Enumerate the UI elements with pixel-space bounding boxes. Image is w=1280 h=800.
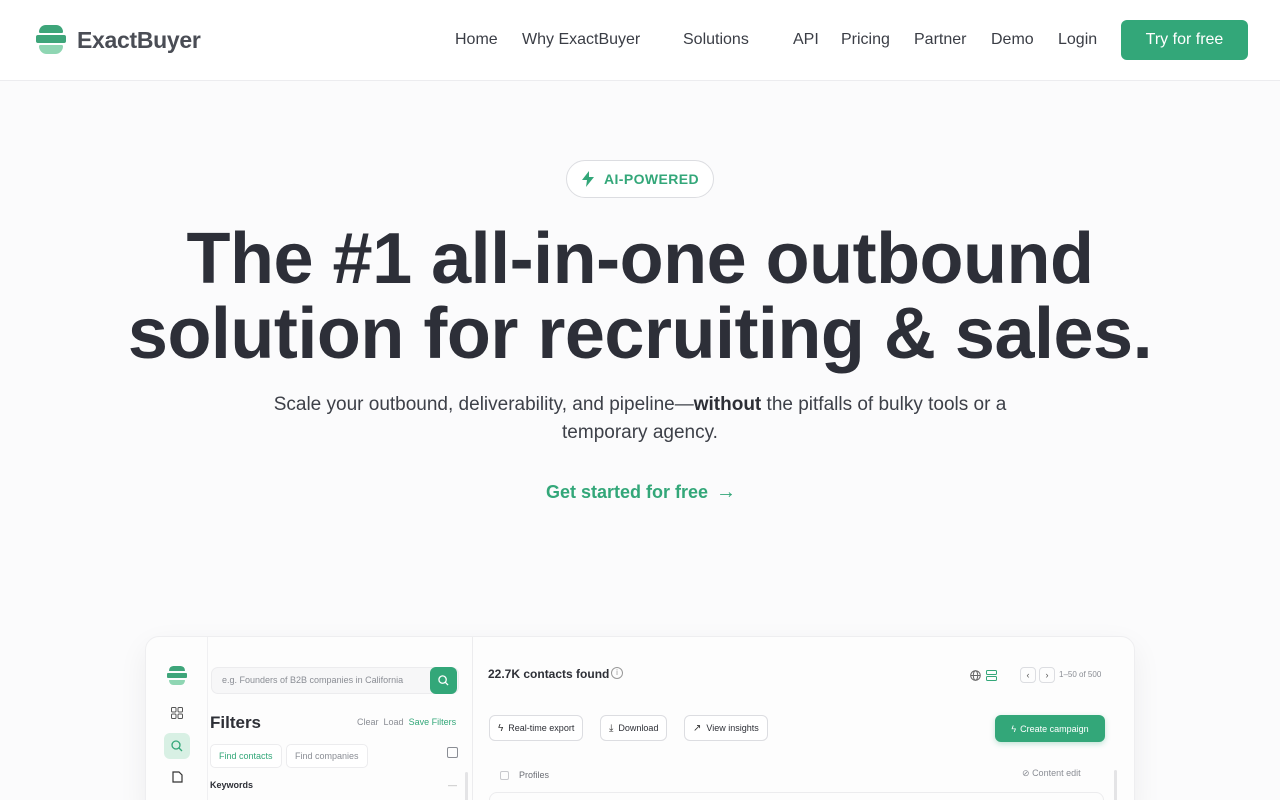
bolt-outline-icon: ϟ	[498, 722, 504, 734]
subtitle-bold: without	[693, 394, 762, 415]
info-icon[interactable]: i	[611, 667, 623, 679]
filters-panel: e.g. Founders of B2B companies in Califo…	[208, 637, 473, 800]
hero-subtitle: Scale your outbound, deliverability, and…	[240, 391, 1040, 447]
arrow-right-icon: →	[716, 480, 737, 503]
hero-headline: The #1 all-in-one outbound solution for …	[0, 222, 1280, 372]
filter-actions: Clear Load Save Filters	[357, 717, 456, 727]
ai-powered-badge: AI-POWERED	[566, 160, 714, 198]
link-icon: ⊘	[1022, 768, 1030, 778]
view-insights-button[interactable]: ↗ View insights	[684, 715, 768, 741]
badge-label: AI-POWERED	[604, 171, 699, 187]
try-for-free-button[interactable]: Try for free	[1121, 20, 1248, 60]
tab-find-contacts[interactable]: Find contacts	[210, 744, 282, 768]
results-scrollbar[interactable]	[1114, 770, 1117, 800]
nav-login[interactable]: Login	[1058, 31, 1097, 51]
chart-icon: ↗	[693, 722, 702, 734]
create-campaign-label: Create campaign	[1020, 723, 1089, 734]
create-campaign-button[interactable]: ϟ Create campaign	[995, 715, 1105, 742]
content-edit-label: Content edit	[1032, 768, 1081, 778]
search-icon	[438, 675, 449, 686]
contacts-count: 22.7K contacts found	[488, 667, 610, 681]
view-insights-label: View insights	[706, 723, 759, 733]
download-label: Download	[618, 723, 659, 733]
subtitle-part-1: Scale your outbound, deliverability, and…	[273, 394, 694, 415]
select-all-checkbox[interactable]	[500, 771, 509, 780]
headline-line-2: solution for recruiting & sales.	[127, 294, 1153, 374]
search-nav-icon[interactable]	[164, 733, 190, 759]
real-time-export-button[interactable]: ϟ Real-time export	[489, 715, 584, 741]
nav-pricing[interactable]: Pricing	[841, 31, 890, 51]
load-link[interactable]: Load	[384, 717, 404, 727]
prev-page-icon[interactable]: ‹	[1020, 667, 1036, 683]
table-row[interactable]	[489, 792, 1104, 800]
nav-why-exactbuyer[interactable]: Why ExactBuyer	[522, 31, 640, 51]
search-input[interactable]: e.g. Founders of B2B companies in Califo…	[211, 667, 459, 694]
download-icon: ⤓	[609, 722, 614, 734]
grid-icon[interactable]	[169, 705, 185, 721]
site-header: ExactBuyer Home Why ExactBuyer Solutions…	[0, 0, 1280, 81]
keywords-label: Keywords	[210, 780, 254, 790]
filters-title: Filters	[210, 713, 262, 732]
list-view-icon[interactable]	[986, 670, 997, 681]
expand-icon[interactable]	[447, 747, 458, 758]
collapse-icon[interactable]: —	[448, 780, 457, 790]
results-panel: 22.7K contacts found i ‹ › 1–50 of 500 ϟ…	[474, 637, 1134, 800]
search-button[interactable]	[430, 667, 457, 694]
content-edit-link[interactable]: ⊘ Content edit	[1022, 768, 1081, 779]
save-filters-link[interactable]: Save Filters	[409, 717, 457, 727]
logo-mark-icon	[36, 24, 66, 56]
nav-api[interactable]: API	[793, 31, 819, 51]
filters-scrollbar[interactable]	[465, 772, 468, 800]
bolt-icon	[582, 171, 594, 187]
app-sidebar-rail	[146, 637, 208, 800]
tab-find-companies[interactable]: Find companies	[286, 744, 368, 768]
next-page-icon[interactable]: ›	[1039, 667, 1055, 683]
download-button[interactable]: ⤓ Download	[600, 715, 668, 741]
profiles-column-header: Profiles	[519, 770, 550, 780]
headline-line-1: The #1 all-in-one outbound	[186, 219, 1094, 299]
real-time-export-label: Real-time export	[508, 723, 575, 733]
nav-demo[interactable]: Demo	[991, 31, 1034, 51]
clear-link[interactable]: Clear	[357, 717, 379, 727]
get-started-label: Get started for free	[546, 481, 709, 502]
globe-icon[interactable]	[970, 670, 981, 681]
page-range: 1–50 of 500	[1059, 670, 1102, 679]
app-logo-icon	[167, 666, 187, 686]
document-icon[interactable]	[169, 769, 185, 785]
get-started-link[interactable]: Get started for free →	[546, 481, 736, 503]
nav-solutions[interactable]: Solutions	[683, 31, 749, 51]
app-preview: e.g. Founders of B2B companies in Califo…	[145, 636, 1135, 800]
nav-home[interactable]: Home	[455, 31, 498, 51]
bolt-icon: ϟ	[1011, 723, 1017, 734]
logo-text: ExactBuyer	[77, 26, 201, 53]
nav-partner[interactable]: Partner	[914, 31, 966, 51]
logo[interactable]: ExactBuyer	[36, 24, 201, 56]
